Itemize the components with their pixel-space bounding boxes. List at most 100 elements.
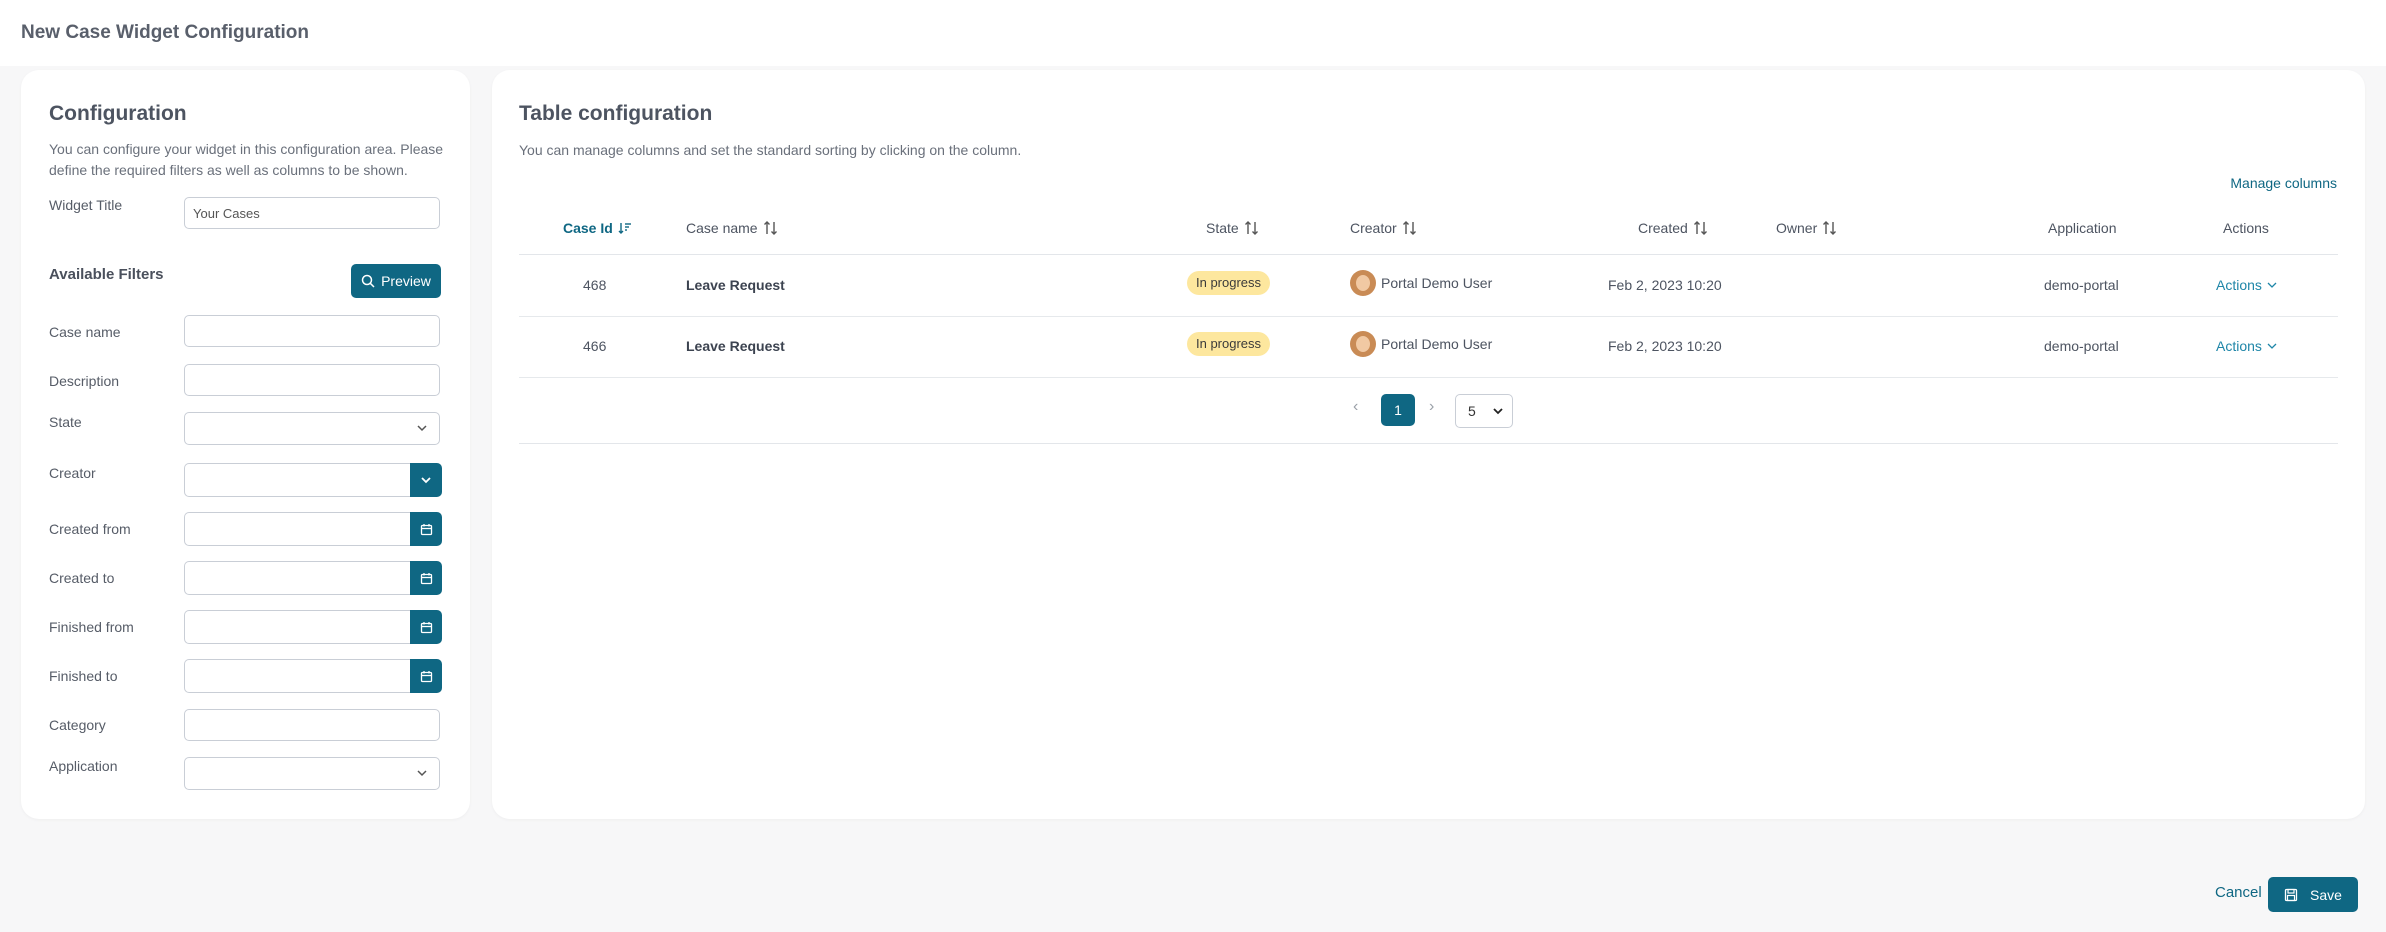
page-title: New Case Widget Configuration: [21, 22, 310, 43]
created-to-datepicker: [184, 561, 442, 595]
sort-icon: [1244, 221, 1258, 235]
creator-input[interactable]: [184, 463, 410, 497]
filter-label-state: State: [49, 414, 82, 430]
table-row[interactable]: 466 Leave Request In progress Portal Dem…: [519, 316, 2338, 378]
description-input[interactable]: [184, 364, 440, 396]
table-configuration-title: Table configuration: [519, 102, 713, 125]
created-from-datepicker: [184, 512, 442, 546]
chevron-down-icon: [421, 477, 431, 484]
save-button[interactable]: Save: [2268, 877, 2358, 912]
column-label: Creator: [1350, 220, 1397, 236]
page-header: New Case Widget Configuration: [0, 0, 2386, 66]
avatar: [1350, 270, 1376, 296]
previous-page-button[interactable]: ‹: [1353, 398, 1358, 416]
pagination: ‹ 1 › 5: [519, 376, 2338, 444]
column-header-created[interactable]: Created: [1638, 220, 1709, 236]
filter-label-application: Application: [49, 758, 118, 774]
finished-from-calendar-button[interactable]: [410, 610, 442, 644]
application-select[interactable]: [184, 757, 440, 790]
state-select[interactable]: [184, 412, 440, 445]
category-input[interactable]: [184, 709, 440, 741]
created-from-input[interactable]: [184, 512, 410, 546]
filter-label-category: Category: [49, 717, 106, 733]
chevron-down-icon: [417, 425, 427, 432]
filter-label-created-to: Created to: [49, 570, 115, 586]
sort-desc-icon: [618, 223, 631, 234]
column-header-case-id[interactable]: Case Id: [563, 220, 632, 236]
next-page-button[interactable]: ›: [1429, 398, 1434, 416]
column-label: Case name: [686, 220, 758, 236]
finished-from-input[interactable]: [184, 610, 410, 644]
finished-from-datepicker: [184, 610, 442, 644]
actions-label: Actions: [2216, 338, 2262, 354]
sort-icon: [1693, 221, 1707, 235]
preview-label: Preview: [381, 273, 431, 289]
created-to-input[interactable]: [184, 561, 410, 595]
table-configuration-panel: Table configuration You can manage colum…: [492, 70, 2365, 819]
preview-button[interactable]: Preview: [351, 264, 441, 298]
calendar-icon: [420, 572, 432, 584]
column-label: Created: [1638, 220, 1688, 236]
filter-label-creator: Creator: [49, 465, 96, 481]
column-header-owner[interactable]: Owner: [1776, 220, 1838, 236]
case-name-input[interactable]: [184, 315, 440, 347]
avatar: [1350, 331, 1376, 357]
cell-created: Feb 2, 2023 10:20: [1608, 277, 1722, 293]
cell-creator: Portal Demo User: [1381, 336, 1493, 352]
cell-case-name[interactable]: Leave Request: [686, 338, 785, 354]
page-size-select[interactable]: 5: [1455, 394, 1513, 428]
created-from-calendar-button[interactable]: [410, 512, 442, 546]
calendar-icon: [420, 621, 432, 633]
column-label: State: [1206, 220, 1239, 236]
filter-label-case-name: Case name: [49, 324, 121, 340]
filter-label-finished-to: Finished to: [49, 668, 118, 684]
filter-label-finished-from: Finished from: [49, 619, 134, 635]
cell-case-id: 466: [583, 338, 607, 354]
configuration-title: Configuration: [49, 102, 187, 125]
calendar-icon: [420, 670, 432, 682]
creator-autocomplete: [184, 463, 442, 497]
configuration-panel: Configuration You can configure your wid…: [21, 70, 470, 819]
cell-application: demo-portal: [2044, 338, 2119, 354]
table-header: Case Id Case name State Creator Created …: [519, 200, 2338, 255]
save-icon: [2284, 888, 2298, 901]
status-badge: In progress: [1187, 271, 1271, 295]
column-header-application[interactable]: Application: [2048, 220, 2117, 236]
column-header-creator[interactable]: Creator: [1350, 220, 1418, 236]
table-row[interactable]: 468 Leave Request In progress Portal Dem…: [519, 255, 2338, 317]
sort-icon: [1823, 221, 1837, 235]
cell-case-id: 468: [583, 277, 607, 293]
finished-to-datepicker: [184, 659, 442, 693]
finished-to-calendar-button[interactable]: [410, 659, 442, 693]
row-actions-menu[interactable]: Actions: [2216, 277, 2278, 293]
table-configuration-description: You can manage columns and set the stand…: [519, 142, 1022, 158]
page-size-value: 5: [1468, 403, 1476, 419]
page-button-current[interactable]: 1: [1381, 394, 1415, 426]
filter-label-created-from: Created from: [49, 521, 131, 537]
column-header-actions: Actions: [2223, 220, 2269, 236]
widget-title-input[interactable]: [184, 197, 440, 229]
chevron-down-icon: [417, 770, 427, 777]
column-header-state[interactable]: State: [1206, 220, 1260, 236]
sort-icon: [763, 221, 777, 235]
created-to-calendar-button[interactable]: [410, 561, 442, 595]
status-badge: In progress: [1187, 332, 1271, 356]
column-header-case-name[interactable]: Case name: [686, 220, 779, 236]
finished-to-input[interactable]: [184, 659, 410, 693]
row-actions-menu[interactable]: Actions: [2216, 338, 2278, 354]
manage-columns-link[interactable]: Manage columns: [2230, 175, 2337, 191]
chevron-down-icon: [1493, 408, 1503, 415]
cancel-button[interactable]: Cancel: [2215, 884, 2262, 901]
cell-created: Feb 2, 2023 10:20: [1608, 338, 1722, 354]
save-label: Save: [2310, 886, 2342, 903]
chevron-down-icon: [2267, 343, 2277, 349]
cell-application: demo-portal: [2044, 277, 2119, 293]
widget-title-label: Widget Title: [49, 197, 123, 213]
configuration-description: You can configure your widget in this co…: [49, 141, 444, 178]
column-label: Case Id: [563, 220, 613, 236]
creator-dropdown-button[interactable]: [410, 463, 442, 497]
column-label: Application: [2048, 220, 2117, 236]
cell-case-name[interactable]: Leave Request: [686, 277, 785, 293]
actions-label: Actions: [2216, 277, 2262, 293]
sort-icon: [1402, 221, 1416, 235]
